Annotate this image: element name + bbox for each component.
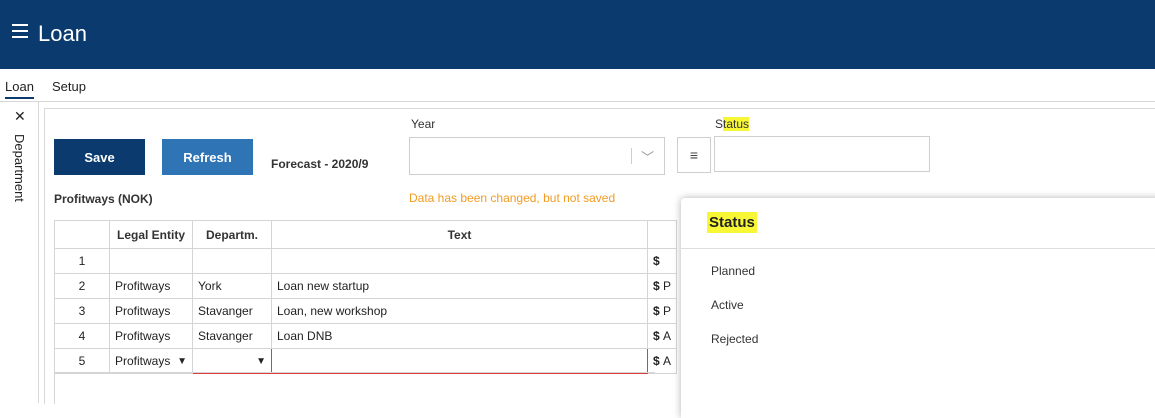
cell-text-input[interactable]	[271, 348, 648, 374]
cell-text[interactable]: Loan new startup	[271, 273, 648, 299]
year-label: Year	[411, 117, 436, 131]
cell-dept[interactable]	[192, 248, 272, 274]
cell-num: 5	[54, 348, 110, 374]
year-select[interactable]: ﹀	[409, 137, 665, 175]
status-input[interactable]	[714, 136, 930, 172]
column-header-num[interactable]	[54, 220, 110, 249]
cell-entity-value: Profitways	[115, 354, 171, 368]
menu-item-loan[interactable]: Loan	[5, 79, 34, 99]
status-label-highlight: tatus	[723, 117, 750, 131]
cell-currency: $	[646, 248, 678, 274]
cell-dept-dropdown[interactable]: ▼	[192, 348, 272, 374]
cell-text[interactable]: Loan DNB	[271, 323, 648, 349]
cell-extra: A	[663, 354, 672, 368]
status-popup: Status Planned Active Rejected	[681, 198, 1155, 418]
status-popup-title: Status	[707, 212, 757, 233]
status-option-active[interactable]: Active	[711, 298, 744, 312]
chevron-down-icon[interactable]: ﹀	[641, 147, 654, 166]
cell-num: 2	[54, 273, 110, 299]
cell-entity[interactable]: Profitways	[109, 323, 193, 349]
dropdown-arrow-icon[interactable]: ▼	[256, 356, 266, 367]
currency-symbol: $	[653, 279, 660, 293]
status-label: Status	[715, 117, 750, 131]
forecast-label: Forecast - 2020/9	[271, 157, 369, 171]
cell-extra: A	[663, 329, 672, 343]
column-header-department[interactable]: Departm.	[192, 220, 272, 249]
column-header-legal-entity[interactable]: Legal Entity	[109, 220, 193, 249]
list-icon[interactable]: ≡	[677, 137, 711, 173]
cell-dept[interactable]: York	[192, 273, 272, 299]
currency-symbol: $	[653, 354, 660, 368]
table-row[interactable]: 5 Profitways ▼ ▼ $ A	[54, 348, 678, 374]
column-header-extra[interactable]	[646, 220, 678, 249]
menu-item-setup[interactable]: Setup	[52, 79, 86, 94]
cell-entity[interactable]: Profitways	[109, 298, 193, 324]
side-label-department[interactable]: Department	[12, 134, 27, 202]
cell-extra: P	[663, 304, 672, 318]
app-title: Loan	[38, 21, 87, 46]
cell-num: 1	[54, 248, 110, 274]
menu-bar: Loan Setup	[0, 69, 1155, 102]
cell-text[interactable]: Loan, new workshop	[271, 298, 648, 324]
status-option-planned[interactable]: Planned	[711, 264, 755, 278]
table-row[interactable]: 4 Profitways Stavanger Loan DNB $ A	[54, 323, 678, 349]
table-row[interactable]: 1 $	[54, 248, 678, 274]
cell-currency: $ A	[646, 348, 678, 374]
pin-off-icon[interactable]: ✕	[14, 108, 26, 125]
grid-empty-area	[54, 372, 655, 404]
currency-symbol: $	[653, 329, 660, 343]
cell-dept[interactable]: Stavanger	[192, 323, 272, 349]
table-row[interactable]: 3 Profitways Stavanger Loan, new worksho…	[54, 298, 678, 324]
loan-grid: Legal Entity Departm. Text 1 $ 2 Profitw…	[54, 220, 678, 374]
column-header-text[interactable]: Text	[271, 220, 648, 249]
dropdown-arrow-icon[interactable]: ▼	[177, 356, 187, 367]
table-row[interactable]: 2 Profitways York Loan new startup $ P	[54, 273, 678, 299]
cell-currency: $ A	[646, 323, 678, 349]
side-panel: ✕ Department	[0, 102, 39, 403]
app-header: Loan	[0, 0, 1155, 69]
refresh-button[interactable]: Refresh	[162, 139, 253, 175]
currency-symbol: $	[653, 304, 660, 318]
unsaved-warning: Data has been changed, but not saved	[409, 191, 616, 205]
divider	[681, 248, 1155, 249]
hamburger-icon[interactable]	[12, 24, 28, 40]
company-label: Profitways (NOK)	[54, 192, 153, 206]
cell-dept[interactable]: Stavanger	[192, 298, 272, 324]
cell-entity[interactable]	[109, 248, 193, 274]
cell-currency: $ P	[646, 298, 678, 324]
cell-entity[interactable]: Profitways	[109, 273, 193, 299]
cell-entity-dropdown[interactable]: Profitways ▼	[109, 348, 193, 374]
cell-currency: $ P	[646, 273, 678, 299]
cell-num: 3	[54, 298, 110, 324]
cell-extra: P	[663, 279, 672, 293]
cell-text[interactable]	[271, 248, 648, 274]
status-option-rejected[interactable]: Rejected	[711, 332, 758, 346]
save-button[interactable]: Save	[54, 139, 145, 175]
grid-header-row: Legal Entity Departm. Text	[54, 220, 678, 249]
cell-num: 4	[54, 323, 110, 349]
select-divider	[631, 148, 632, 164]
status-label-prefix: S	[715, 117, 724, 131]
